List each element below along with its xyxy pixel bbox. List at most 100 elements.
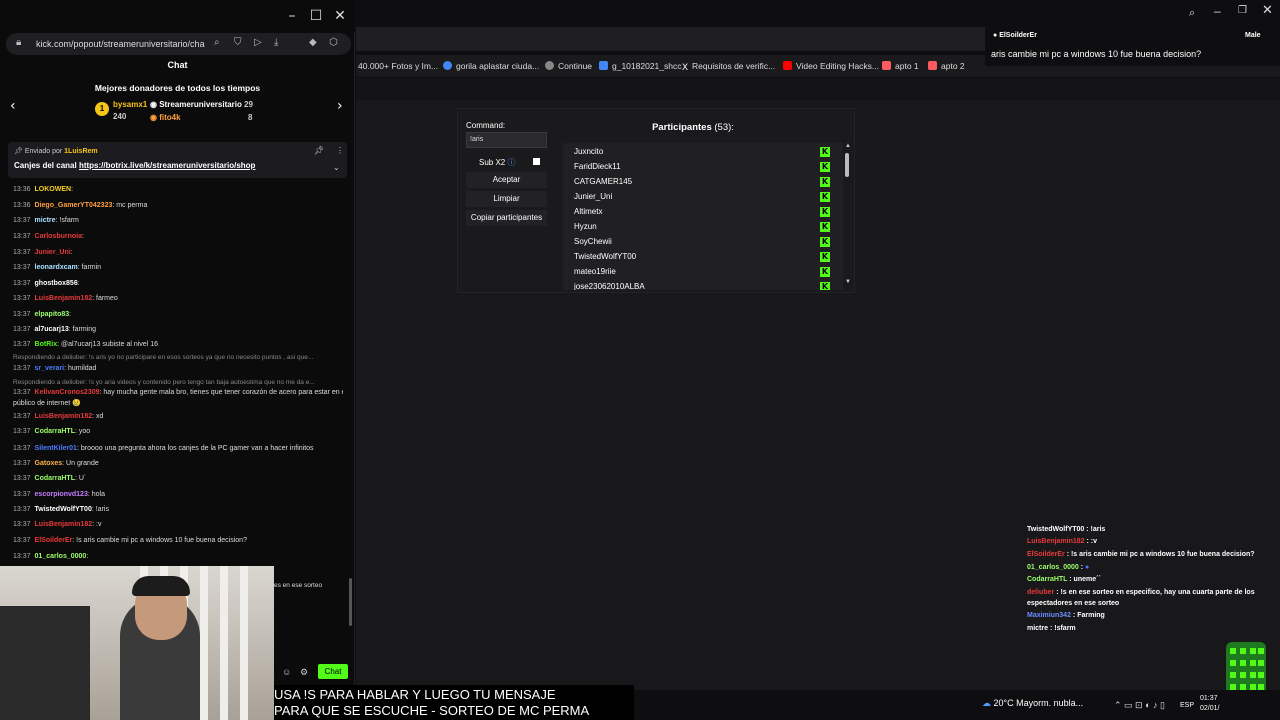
participants-scrollbar[interactable]: ▲ ▼: [843, 143, 851, 290]
bookmark-item[interactable]: Video Editing Hacks...: [783, 61, 879, 71]
chat-message-continuation: público de internet 😢: [13, 400, 81, 407]
copy-participants-button[interactable]: Copiar participantes: [466, 210, 547, 226]
maximize-icon[interactable]: ☐: [304, 6, 328, 26]
message-time: 13:37: [13, 445, 31, 452]
minimize-icon[interactable]: –: [1214, 4, 1221, 18]
bookmark-item[interactable]: Continue: [545, 61, 592, 71]
message-username[interactable]: Gatoxes: [35, 460, 63, 467]
address-bar[interactable]: 🔒︎ kick.com/popout/streameruniversitario…: [6, 33, 351, 55]
box-icon[interactable]: ⬡: [329, 37, 338, 48]
scroll-thumb[interactable]: [845, 153, 849, 177]
chat-message: 13:37 KelivanCronos2309: hay mucha gente …: [13, 388, 343, 398]
message-username[interactable]: CodarraHTL: [35, 428, 75, 435]
cloud-icon: ☁: [982, 698, 991, 708]
chat-message: 13:36 Diego_GamerYT042323: mc perma: [13, 201, 343, 211]
drive-icon: [599, 61, 608, 70]
message-username[interactable]: LOKOWEN: [35, 186, 72, 193]
emote-icon[interactable]: ☺: [282, 667, 291, 677]
message-username[interactable]: LuisBenjamin182: [35, 521, 93, 528]
chevron-left-icon[interactable]: ‹: [10, 98, 16, 114]
pin-icon[interactable]: 📌︎: [314, 146, 324, 155]
youtube-icon: [783, 61, 792, 70]
message-username[interactable]: leonardxcam: [35, 264, 78, 271]
pinned-by: 📌︎ Enviado por 1LuisRem: [14, 148, 98, 155]
scroll-up-icon[interactable]: ▲: [845, 143, 851, 149]
gear-icon[interactable]: ⚙: [300, 667, 308, 678]
message-time: 13:37: [13, 326, 31, 333]
donor-third-name: ◉ fito4k: [150, 113, 181, 122]
message-username[interactable]: Diego_GamerYT042323: [35, 202, 113, 209]
pinned-link[interactable]: https://botrix.live/k/streameruniversita…: [79, 161, 256, 170]
kick-icon: K: [820, 177, 830, 187]
participants-list[interactable]: Juxncito K FaridDieck11 K CATGAMER145 K …: [563, 143, 843, 290]
bookmark-item[interactable]: 40.000+ Fotos y Im...: [358, 61, 438, 71]
url-text: kick.com/popout/streameruniversitario/ch…: [36, 39, 205, 49]
message-username[interactable]: ghostbox856: [35, 280, 78, 287]
bookmark-item[interactable]: gorila aplastar ciuda...: [443, 61, 539, 71]
chat-messages[interactable]: 13:36 LOKOWEN: 13:36 Diego_GamerYT042323: …: [0, 182, 352, 567]
chat-message: 13:37 leonardxcam: farmin: [13, 263, 343, 273]
download-icon[interactable]: ⤓: [274, 37, 278, 48]
message-time: 13:37: [13, 413, 31, 420]
message-username[interactable]: al7ucarj13: [35, 326, 69, 333]
taskbar-clock[interactable]: 01:37 02/01/: [1200, 694, 1219, 714]
search-icon[interactable]: ⌕: [1189, 6, 1195, 20]
close-icon[interactable]: ✕: [328, 6, 352, 26]
weather-widget[interactable]: ☁ 20°C Mayorm. nubla...: [982, 698, 1083, 709]
bookmark-item[interactable]: X Requisitos de verific...: [682, 61, 775, 72]
chat-message: 13:37 LuisBenjamin182: :v: [13, 520, 343, 530]
message-username[interactable]: mictre: [35, 217, 56, 224]
chat-message: 13:37 LuisBenjamin182: xd: [13, 412, 343, 422]
play-icon[interactable]: ▷: [254, 37, 262, 48]
notification-user: ● ElSoilderEr: [993, 32, 1037, 39]
message-username[interactable]: 01_carlos_0000: [35, 553, 87, 560]
bookmark-item[interactable]: apto 2: [928, 61, 965, 71]
message-username[interactable]: TwistedWolfYT00: [35, 506, 92, 513]
bookmark-item[interactable]: g_10182021_shcc: [599, 61, 681, 71]
more-icon[interactable]: ⋮: [336, 146, 344, 155]
chevron-down-icon[interactable]: ⌄: [333, 163, 340, 172]
shield-icon[interactable]: ⛉: [234, 37, 242, 48]
message-username[interactable]: BotRix: [35, 341, 58, 348]
message-time: 13:37: [13, 233, 31, 240]
overlay-chat-line: Maximiun342 : Farming: [1027, 612, 1105, 619]
message-username[interactable]: LuisBenjamin182: [35, 295, 93, 302]
message-username[interactable]: sr_verari: [35, 365, 65, 372]
message-username[interactable]: LuisBenjamin182: [35, 413, 93, 420]
command-input[interactable]: !aris: [466, 132, 547, 148]
message-text: farmin: [81, 264, 102, 271]
chevron-right-icon[interactable]: ›: [337, 98, 343, 114]
search-icon[interactable]: ⌕: [214, 37, 220, 48]
overlay-chat-line: espectadores en ese sorteo: [1027, 600, 1120, 607]
message-username[interactable]: SilentKiler01: [35, 445, 77, 452]
message-colon: :: [86, 553, 89, 560]
participant-name: TwistedWolfYT00: [574, 252, 637, 261]
sub-x2-checkbox[interactable]: [533, 158, 540, 165]
message-time: 13:37: [13, 475, 31, 482]
chat-title: Chat: [167, 60, 188, 70]
language-indicator[interactable]: ESP: [1180, 702, 1194, 709]
tray-icons[interactable]: ⌃ ▭ ⊡ ◐ ♪ ▯: [1114, 700, 1165, 711]
sub-x2-label: Sub X2 ⓘ: [479, 158, 516, 167]
clear-button[interactable]: Limpiar: [466, 191, 547, 207]
message-time: 13:37: [13, 506, 31, 513]
scroll-down-icon[interactable]: ▼: [845, 279, 851, 285]
chat-scrollbar[interactable]: [349, 578, 352, 626]
chat-send-button[interactable]: Chat: [318, 664, 348, 679]
message-username[interactable]: escorpionvd123: [35, 491, 88, 498]
donors-title: Mejores donadores de todos los tiempos: [94, 83, 261, 93]
restore-icon[interactable]: ❐: [1238, 5, 1247, 16]
extension-icon[interactable]: ◆: [309, 37, 317, 48]
message-username[interactable]: elpapito83: [35, 311, 70, 318]
message-username[interactable]: KelivanCronos2309: [35, 389, 100, 396]
message-username[interactable]: Carlosburnoia: [35, 233, 82, 240]
accept-button[interactable]: Aceptar: [466, 172, 547, 188]
message-username[interactable]: CodarraHTL: [35, 475, 75, 482]
close-icon[interactable]: ✕: [1262, 3, 1273, 18]
minimize-icon[interactable]: –: [280, 6, 304, 26]
message-username[interactable]: ElSoilderEr: [35, 537, 73, 544]
bookmark-item[interactable]: apto 1: [882, 61, 919, 71]
participant-name: Juxncito: [574, 147, 604, 156]
message-username[interactable]: Junier_Uni: [35, 249, 71, 256]
notification-message: aris cambie mi pc a windows 10 fue buena…: [991, 49, 1202, 59]
